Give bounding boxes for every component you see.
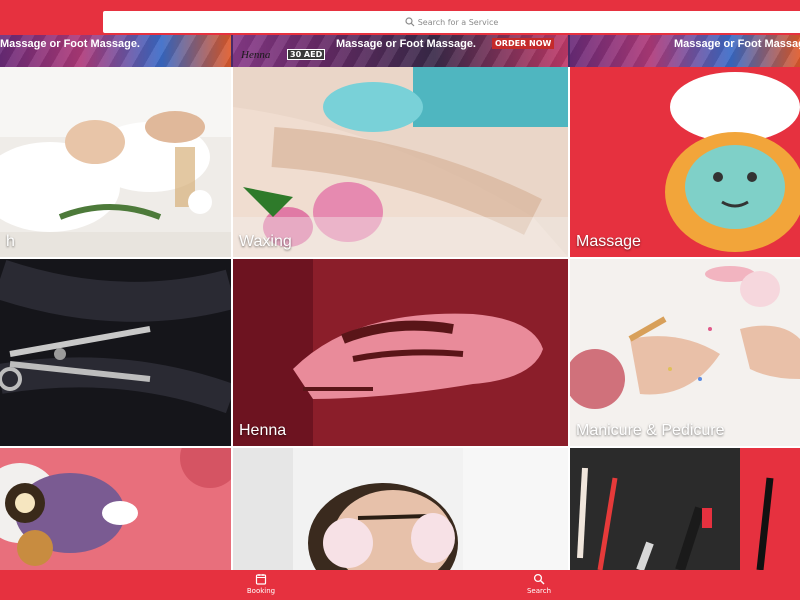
nav-booking-label: Booking (246, 587, 276, 595)
search-input[interactable]: Search for a Service (103, 11, 800, 33)
service-label: Manicure & Pedicure (576, 422, 725, 439)
service-tile-waxing[interactable]: Waxing (233, 67, 568, 257)
service-tile-skincare[interactable] (0, 448, 231, 570)
promo-text: Massage or Foot Massage. (674, 38, 800, 50)
service-tile-manicure-pedicure[interactable]: Manicure & Pedicure (570, 259, 800, 446)
service-tile-haircut[interactable] (0, 259, 231, 446)
service-tile-henna[interactable]: Henna (233, 259, 568, 446)
promo-banner[interactable]: Massage or Foot Massage. Henna 30 AED Ma… (0, 35, 800, 67)
service-label: h (6, 233, 15, 250)
eyebrows-photo (233, 448, 568, 570)
promo-henna-text: Henna (241, 49, 271, 61)
henna-photo (233, 259, 568, 446)
promo-price-badge: 30 AED (287, 49, 326, 60)
manicure-photo (570, 259, 800, 446)
makeup-photo (570, 448, 800, 570)
nav-search-label: Search (526, 587, 552, 595)
service-tile-makeup[interactable] (570, 448, 800, 570)
waxing-photo (233, 67, 568, 257)
service-label: Massage (576, 233, 641, 250)
facial-photo (0, 67, 231, 257)
promo-text: Massage or Foot Massage. (0, 38, 140, 50)
search-icon (533, 573, 545, 585)
nav-booking[interactable]: Booking (231, 573, 291, 595)
promo-text: Massage or Foot Massage. (336, 38, 476, 50)
haircut-photo (0, 259, 231, 446)
service-label: Henna (239, 422, 287, 439)
promo-slide-3[interactable]: Massage or Foot Massage. (570, 35, 800, 67)
calendar-icon (255, 574, 267, 585)
bottom-nav: Booking Search (0, 570, 800, 600)
order-now-button[interactable]: ORDER NOW (492, 38, 555, 49)
service-tile-eyebrows[interactable] (233, 448, 568, 570)
search-icon (405, 17, 415, 27)
services-grid: h Waxing Massage Henna Manicure & Pedicu… (0, 67, 800, 570)
promo-slide-1[interactable]: Massage or Foot Massage. (0, 35, 231, 67)
service-label: Waxing (239, 233, 292, 250)
service-tile-massage[interactable]: Massage (570, 67, 800, 257)
search-placeholder: Search for a Service (417, 17, 499, 27)
skincare-photo (0, 448, 231, 570)
service-tile-facial[interactable]: h (0, 67, 231, 257)
massage-photo (570, 67, 800, 257)
promo-slide-2[interactable]: Henna 30 AED Massage or Foot Massage. OR… (233, 35, 568, 67)
nav-search[interactable]: Search (509, 573, 569, 595)
